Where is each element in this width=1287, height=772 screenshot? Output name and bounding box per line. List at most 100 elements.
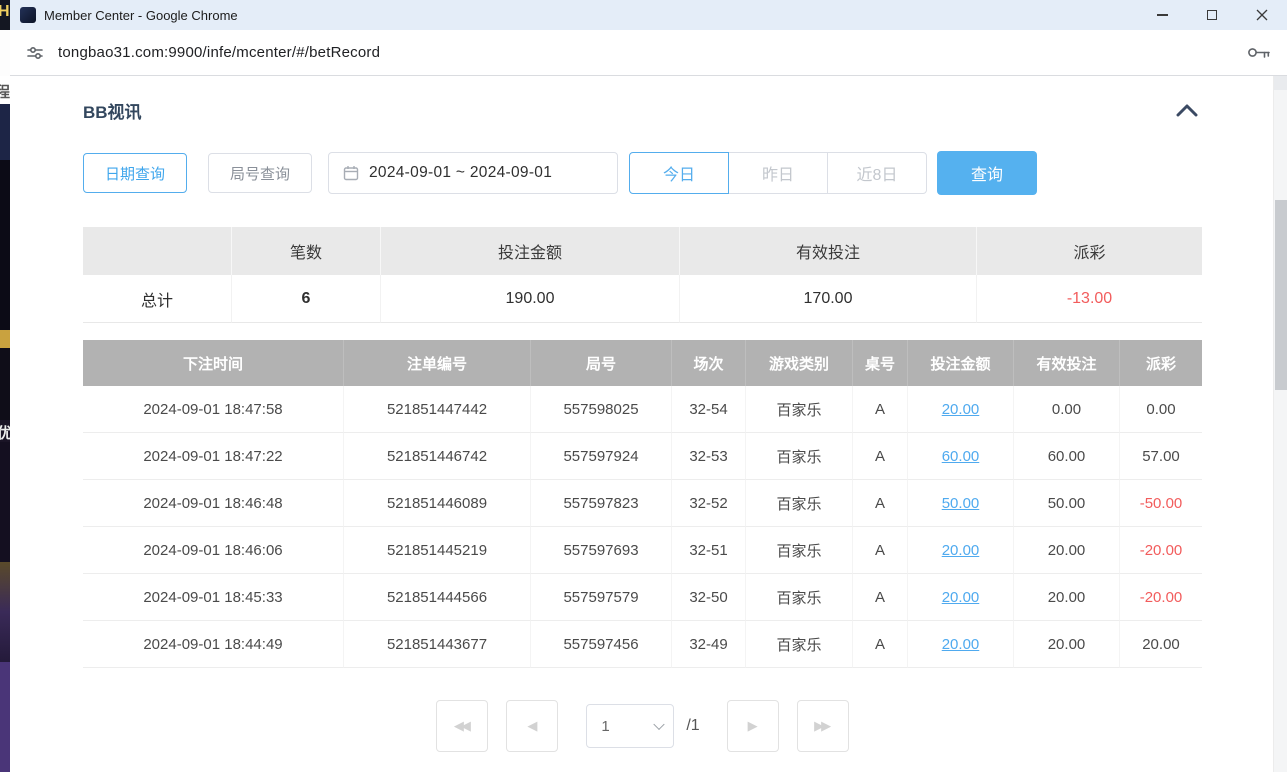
bg-segment: H — [0, 0, 10, 30]
maximize-button[interactable] — [1187, 0, 1237, 30]
cell-round-no: 557597456 — [530, 621, 671, 668]
cell-session: 32-52 — [671, 480, 745, 527]
last-page-icon: ▶▶ — [814, 718, 828, 734]
calendar-icon — [343, 165, 359, 181]
cell-game-type: 百家乐 — [745, 574, 852, 621]
cell-payout: 0.00 — [1119, 386, 1202, 433]
cell-bet-no: 521851446742 — [343, 433, 530, 480]
summary-bet-amount-value: 190.00 — [380, 275, 679, 323]
cell-round-no: 557597579 — [530, 574, 671, 621]
summary-valid-bet-value: 170.00 — [679, 275, 976, 323]
vertical-scrollbar[interactable] — [1273, 76, 1287, 772]
summary-table: 笔数 投注金额 有效投注 派彩 总计 6 190.00 170.00 -13.0… — [83, 227, 1202, 323]
cell-game-type: 百家乐 — [745, 621, 852, 668]
bg-segment: 优 — [0, 420, 10, 442]
bet-amount-link[interactable]: 20.00 — [942, 401, 980, 418]
bg-segment — [0, 330, 10, 348]
cell-round-no: 557598025 — [530, 386, 671, 433]
cell-round-no: 557597924 — [530, 433, 671, 480]
section-header: BB视讯 — [83, 98, 1202, 123]
site-settings-icon[interactable] — [26, 44, 44, 62]
cell-round-no: 557597823 — [530, 480, 671, 527]
today-button[interactable]: 今日 — [629, 152, 729, 194]
cell-valid-bet: 20.00 — [1013, 527, 1119, 574]
col-header-payout: 派彩 — [1119, 340, 1202, 386]
scrollbar-thumb[interactable] — [1275, 200, 1287, 390]
address-bar[interactable]: tongbao31.com:9900/infe/mcenter/#/betRec… — [10, 30, 1287, 76]
bg-segment — [0, 104, 10, 160]
screen: H 程 优 Member Center - Google Chrome — [0, 0, 1287, 772]
cell-session: 32-54 — [671, 386, 745, 433]
cell-bet-no: 521851443677 — [343, 621, 530, 668]
bg-segment: 程 — [0, 76, 10, 104]
cell-time: 2024-09-01 18:46:48 — [83, 480, 343, 527]
table-header-row: 下注时间 注单编号 局号 场次 游戏类别 桌号 投注金额 有效投注 派彩 — [83, 340, 1202, 386]
summary-total-label: 总计 — [83, 275, 231, 323]
cell-time: 2024-09-01 18:44:49 — [83, 621, 343, 668]
cell-valid-bet: 60.00 — [1013, 433, 1119, 480]
minimize-icon — [1157, 14, 1168, 16]
cell-payout: 20.00 — [1119, 621, 1202, 668]
close-button[interactable] — [1237, 0, 1287, 30]
first-page-button[interactable]: ◀◀ — [436, 700, 488, 752]
close-icon — [1256, 9, 1268, 21]
cell-game-type: 百家乐 — [745, 480, 852, 527]
bet-amount-link[interactable]: 20.00 — [942, 542, 980, 559]
round-query-button[interactable]: 局号查询 — [208, 153, 312, 193]
page-total-label: /1 — [686, 717, 699, 735]
bet-amount-link[interactable]: 20.00 — [942, 636, 980, 653]
cell-table-no: A — [852, 527, 907, 574]
col-header-round-no: 局号 — [530, 340, 671, 386]
cell-session: 32-51 — [671, 527, 745, 574]
bet-amount-link[interactable]: 50.00 — [942, 495, 980, 512]
browser-window: Member Center - Google Chrome tongbao31.… — [10, 0, 1287, 772]
cell-payout: -20.00 — [1119, 527, 1202, 574]
summary-payout-value: -13.00 — [976, 275, 1202, 323]
cell-table-no: A — [852, 433, 907, 480]
table-row: 2024-09-01 18:45:33 521851444566 5575975… — [83, 574, 1202, 621]
password-key-icon[interactable] — [1247, 45, 1271, 60]
bg-segment — [0, 442, 10, 562]
cell-valid-bet: 0.00 — [1013, 386, 1119, 433]
site-favicon-icon — [20, 7, 36, 23]
summary-header-row: 笔数 投注金额 有效投注 派彩 — [83, 227, 1202, 275]
cell-table-no: A — [852, 621, 907, 668]
window-controls — [1137, 0, 1287, 30]
summary-header-payout: 派彩 — [976, 227, 1202, 275]
last-page-button[interactable]: ▶▶ — [797, 700, 849, 752]
cell-round-no: 557597693 — [530, 527, 671, 574]
search-button[interactable]: 查询 — [937, 151, 1037, 195]
cell-time: 2024-09-01 18:45:33 — [83, 574, 343, 621]
minimize-button[interactable] — [1137, 0, 1187, 30]
collapse-section-button[interactable] — [1172, 100, 1202, 121]
summary-count-value: 6 — [231, 275, 380, 323]
next-page-button[interactable]: ▶ — [727, 700, 779, 752]
date-range-input[interactable]: 2024-09-01 ~ 2024-09-01 — [328, 152, 618, 194]
date-range-value: 2024-09-01 ~ 2024-09-01 — [369, 164, 552, 182]
cell-bet-no: 521851444566 — [343, 574, 530, 621]
page-select[interactable]: 1 — [586, 704, 674, 748]
chevron-up-icon — [1176, 104, 1198, 117]
yesterday-button[interactable]: 昨日 — [728, 152, 828, 194]
prev-page-icon: ◀ — [527, 718, 534, 734]
cell-valid-bet: 20.00 — [1013, 574, 1119, 621]
col-header-session: 场次 — [671, 340, 745, 386]
col-header-table-no: 桌号 — [852, 340, 907, 386]
cell-session: 32-53 — [671, 433, 745, 480]
summary-header-count: 笔数 — [231, 227, 380, 275]
section-title: BB视讯 — [83, 98, 142, 123]
prev-page-button[interactable]: ◀ — [506, 700, 558, 752]
cell-game-type: 百家乐 — [745, 433, 852, 480]
bet-amount-link[interactable]: 60.00 — [942, 448, 980, 465]
last-8-days-button[interactable]: 近8日 — [827, 152, 927, 194]
bet-amount-link[interactable]: 20.00 — [942, 589, 980, 606]
bg-segment — [0, 662, 10, 772]
scrollbar-up-button[interactable] — [1274, 76, 1287, 90]
bg-fragment: 程 — [0, 81, 10, 102]
url-text[interactable]: tongbao31.com:9900/infe/mcenter/#/betRec… — [58, 44, 380, 61]
date-query-button[interactable]: 日期查询 — [83, 153, 187, 193]
maximize-icon — [1207, 10, 1217, 20]
summary-total-row: 总计 6 190.00 170.00 -13.00 — [83, 275, 1202, 323]
table-row: 2024-09-01 18:46:48 521851446089 5575978… — [83, 480, 1202, 527]
cell-time: 2024-09-01 18:47:22 — [83, 433, 343, 480]
